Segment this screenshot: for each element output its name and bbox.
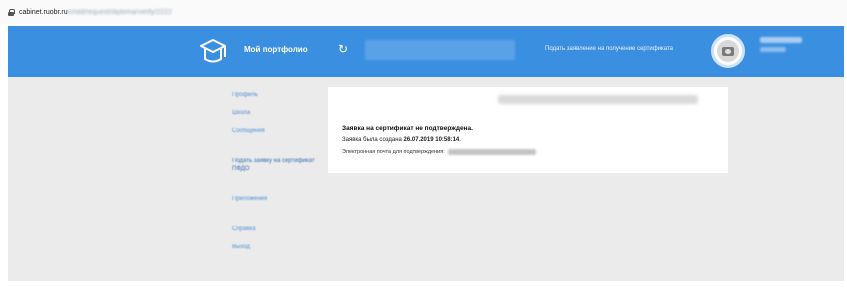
sidebar-item-logout[interactable]: Выход — [232, 243, 332, 251]
created-date: 26.07.2019 10:58:14 — [403, 137, 460, 143]
sidebar-nav: Профиль Школа Сообщения Подать заявку на… — [232, 91, 332, 261]
top-header: Мой портфолио ↻ Подать заявление на полу… — [8, 26, 844, 77]
sidebar-item-certificate-request[interactable]: Подать заявку на сертификат ПФДО — [232, 157, 332, 173]
avatar[interactable] — [711, 34, 745, 68]
sidebar-item-messages[interactable]: Сообщения — [232, 127, 332, 135]
email-line: Электронная почта для подтверждения: — [342, 149, 536, 155]
graduation-cap-icon[interactable] — [198, 37, 228, 65]
lock-icon — [8, 8, 15, 16]
browser-address-bar[interactable]: cabinet.ruobr.ru /child/request/diploma/… — [0, 0, 847, 24]
card-heading — [498, 95, 698, 104]
email-value — [447, 149, 536, 155]
logo-text[interactable]: Мой портфолио — [244, 45, 308, 54]
sidebar-item-school[interactable]: Школа — [232, 109, 332, 117]
email-label: Электронная почта для подтверждения: — [342, 149, 445, 155]
camera-icon — [717, 40, 739, 62]
created-prefix: Заявка была создана — [342, 137, 404, 143]
created-line: Заявка была создана 26.07.2019 10:58:14. — [342, 137, 461, 143]
user-subtitle — [760, 47, 786, 52]
sidebar-item-apps[interactable]: Приложения — [232, 195, 332, 203]
apply-certificate-link[interactable]: Подать заявление на получение сертификат… — [545, 46, 673, 52]
url-domain: cabinet.ruobr.ru — [19, 8, 68, 16]
search-input[interactable] — [365, 40, 515, 60]
refresh-icon[interactable]: ↻ — [338, 42, 348, 56]
created-suffix: . — [459, 137, 461, 143]
url-path: /child/request/diploma/verify/2222 — [67, 8, 172, 16]
sidebar-item-help[interactable]: Справка — [232, 225, 332, 233]
request-status-card: Заявка на сертификат не подтверждена. За… — [328, 87, 728, 173]
status-title: Заявка на сертификат не подтверждена. — [342, 125, 473, 132]
user-name[interactable] — [760, 37, 802, 43]
sidebar-item-profile[interactable]: Профиль — [232, 91, 332, 99]
main-content: Профиль Школа Сообщения Подать заявку на… — [8, 77, 844, 281]
